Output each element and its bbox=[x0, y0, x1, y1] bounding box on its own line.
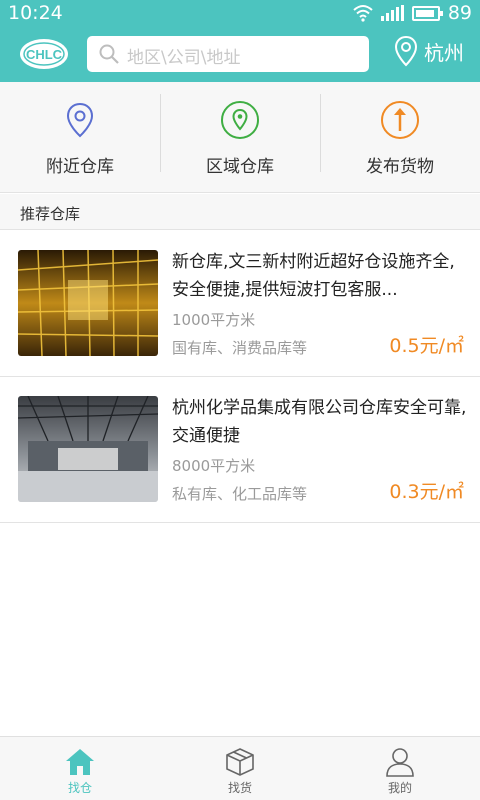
list-item[interactable]: 杭州化学品集成有限公司仓库安全可靠,交通便捷 8000平方米 私有库、化工品库等… bbox=[0, 377, 480, 523]
city-name: 杭州 bbox=[424, 40, 464, 65]
search-placeholder: 地区\公司\地址 bbox=[127, 48, 241, 68]
warehouse-title: 杭州化学品集成有限公司仓库安全可靠,交通便捷 bbox=[172, 398, 467, 446]
warehouse-thumbnail bbox=[18, 396, 158, 502]
search-icon bbox=[99, 44, 119, 64]
app-logo: CHLC bbox=[20, 39, 68, 69]
tab-find-goods[interactable]: 找货 bbox=[160, 737, 320, 800]
warehouse-thumbnail bbox=[18, 250, 158, 356]
tab-label: 找仓 bbox=[67, 781, 92, 795]
logo-text: CHLC bbox=[26, 47, 63, 62]
action-region-warehouse[interactable]: 区域仓库 bbox=[160, 82, 320, 192]
header: CHLC 地区\公司\地址 杭州 bbox=[0, 26, 480, 82]
section-header: 推荐仓库 bbox=[0, 194, 480, 230]
home-icon bbox=[66, 749, 94, 775]
location-icon bbox=[394, 35, 418, 67]
tab-find-warehouse[interactable]: 找仓 bbox=[0, 737, 160, 800]
user-icon bbox=[386, 748, 414, 777]
status-bar: 10:24 89 bbox=[0, 0, 480, 26]
section-title: 推荐仓库 bbox=[20, 205, 81, 223]
tab-label: 找货 bbox=[227, 781, 252, 795]
location-pin-icon bbox=[66, 102, 94, 138]
action-nearby-warehouse[interactable]: 附近仓库 bbox=[0, 82, 160, 192]
map-pin-icon bbox=[221, 101, 259, 139]
warehouse-area: 1000平方米 bbox=[172, 311, 256, 329]
box-icon bbox=[226, 748, 254, 776]
action-publish-goods[interactable]: 发布货物 bbox=[320, 82, 480, 192]
tab-mine[interactable]: 我的 bbox=[320, 737, 480, 800]
bottom-tab-bar: 找仓 找货 我的 bbox=[0, 736, 480, 800]
tab-label: 我的 bbox=[387, 781, 412, 795]
action-label: 附近仓库 bbox=[46, 157, 114, 177]
list-item[interactable]: 新仓库,文三新村附近超好仓设施齐全,安全便捷,提供短波打包客服... 1000平… bbox=[0, 231, 480, 377]
warehouse-area: 8000平方米 bbox=[172, 457, 256, 475]
search-input[interactable]: 地区\公司\地址 bbox=[87, 36, 369, 72]
wifi-icon bbox=[353, 5, 373, 22]
status-indicators: 89 bbox=[353, 2, 472, 24]
city-selector[interactable]: 杭州 bbox=[394, 35, 464, 67]
action-label: 发布货物 bbox=[366, 157, 434, 177]
upload-arrow-icon bbox=[381, 101, 419, 139]
battery-level: 89 bbox=[447, 2, 472, 24]
warehouse-type: 私有库、化工品库等 bbox=[172, 485, 308, 503]
warehouse-title: 新仓库,文三新村附近超好仓设施齐全,安全便捷,提供短波打包客服... bbox=[172, 252, 455, 300]
warehouse-price: 0.5元/㎡ bbox=[389, 335, 464, 357]
quick-actions: 附近仓库 区域仓库 发布货物 bbox=[0, 82, 480, 193]
battery-icon bbox=[411, 5, 443, 21]
signal-icon bbox=[380, 5, 404, 21]
action-label: 区域仓库 bbox=[206, 157, 274, 177]
status-time: 10:24 bbox=[8, 2, 63, 24]
warehouse-list: 新仓库,文三新村附近超好仓设施齐全,安全便捷,提供短波打包客服... 1000平… bbox=[0, 231, 480, 523]
warehouse-type: 国有库、消费品库等 bbox=[172, 339, 308, 357]
warehouse-price: 0.3元/㎡ bbox=[389, 481, 464, 503]
